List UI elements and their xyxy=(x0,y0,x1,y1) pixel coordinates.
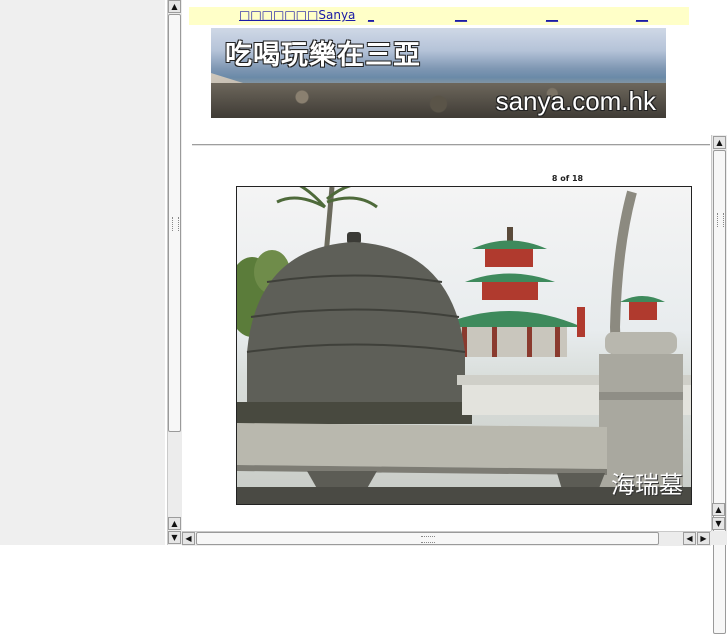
slideshow-photo[interactable]: 海瑞墓 xyxy=(236,186,692,505)
scroll-down-arrow-icon[interactable]: ▼ xyxy=(712,517,725,530)
nav-link-4[interactable]: __ xyxy=(636,8,648,22)
brand-prefix: □□□□□□□ xyxy=(239,8,319,22)
scroll-left-arrow-icon[interactable]: ◀ xyxy=(182,532,195,545)
nav-link-3[interactable]: __ xyxy=(546,8,558,22)
scrollbar-corner xyxy=(711,531,727,545)
left-frame-vertical-scrollbar[interactable]: ▲ ▲ ▼ xyxy=(167,0,182,545)
photo-scene xyxy=(237,187,691,504)
scroll-grip-icon xyxy=(421,536,435,543)
right-frame-vertical-scrollbar[interactable]: ▲ xyxy=(711,135,727,634)
scroll-up-arrow-icon[interactable]: ▲ xyxy=(168,0,181,13)
divider xyxy=(192,144,710,146)
scroll-grip-icon xyxy=(172,217,179,231)
banner-title: 吃喝玩樂在三亞 xyxy=(225,40,421,71)
site-brand-link[interactable]: □□□□□□□Sanya xyxy=(239,8,355,22)
horizontal-scrollbar[interactable]: ◀ ◀ ▶ xyxy=(182,531,711,546)
left-gutter xyxy=(0,0,165,545)
slide-counter: 8 of 18 xyxy=(551,174,584,183)
scroll-up-arrow-icon[interactable]: ▲ xyxy=(168,517,181,530)
scroll-grip-icon xyxy=(717,213,724,227)
scroll-right-arrow-icon[interactable]: ▶ xyxy=(697,532,710,545)
scroll-left-arrow-icon[interactable]: ◀ xyxy=(683,532,696,545)
nav-link-2[interactable]: __ xyxy=(455,8,467,22)
banner-url: sanya.com.hk xyxy=(495,86,656,116)
scroll-up-arrow-icon[interactable]: ▲ xyxy=(712,503,725,516)
scroll-down-arrow-icon[interactable]: ▼ xyxy=(168,531,181,544)
photo-watermark: 海瑞墓 xyxy=(611,471,683,499)
left-scroll-thumb[interactable] xyxy=(168,14,181,432)
scroll-up-arrow-icon[interactable]: ▲ xyxy=(713,136,726,149)
nav-link-1[interactable]: _ xyxy=(368,8,374,22)
brand-name: Sanya xyxy=(318,8,356,22)
site-banner[interactable]: 吃喝玩樂在三亞 sanya.com.hk xyxy=(211,28,666,118)
horizontal-scroll-thumb[interactable] xyxy=(196,532,659,545)
right-scroll-thumb[interactable] xyxy=(713,150,726,634)
